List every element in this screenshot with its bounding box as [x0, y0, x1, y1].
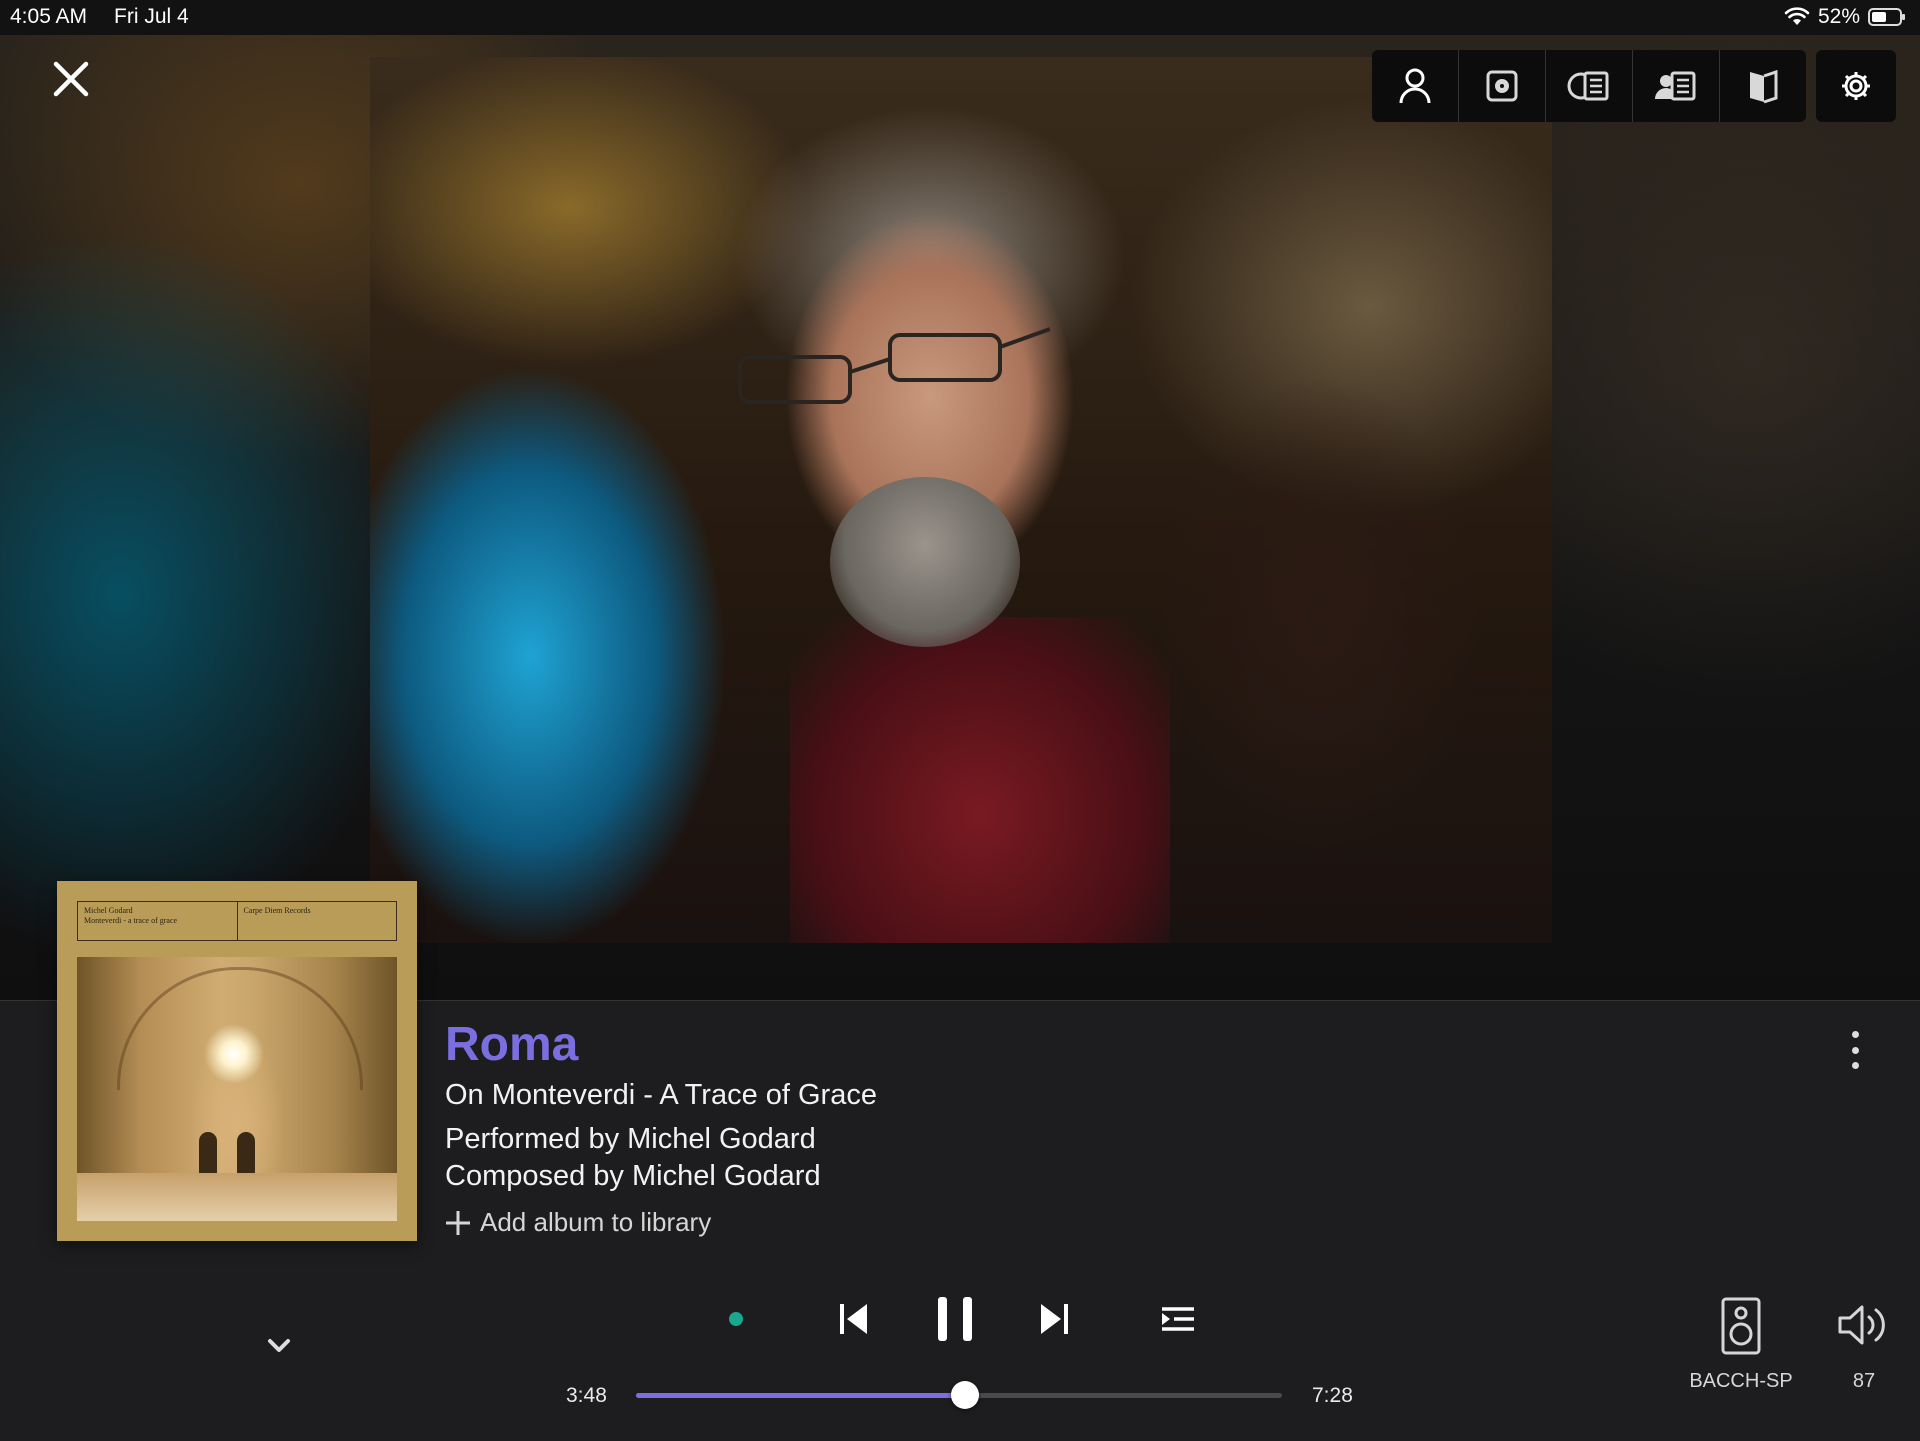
status-right: 52% — [1784, 4, 1905, 30]
album-cover-picture — [77, 957, 397, 1221]
battery-icon — [1868, 8, 1905, 26]
album-cover-header: Michel Godard Monteverdi - a trace of gr… — [77, 901, 397, 941]
album-notes-button[interactable] — [1545, 50, 1632, 122]
zone-output-button[interactable] — [1718, 1296, 1764, 1356]
chevron-down-icon[interactable] — [260, 1330, 298, 1360]
queue-icon — [1162, 1307, 1194, 1331]
skip-previous-icon — [840, 1304, 867, 1334]
gear-icon — [1842, 72, 1870, 100]
queue-button[interactable] — [1158, 1301, 1198, 1337]
album-name[interactable]: On Monteverdi - A Trace of Grace — [445, 1079, 877, 1112]
plus-icon — [446, 1210, 470, 1235]
previous-track-button[interactable] — [836, 1298, 872, 1340]
status-time: 4:05 AM — [10, 5, 88, 28]
album-cover-header-right: Carpe Diem Records — [243, 906, 311, 915]
elapsed-time: 3:48 — [566, 1384, 607, 1407]
artist-notes-icon — [1655, 71, 1696, 101]
booklet-button[interactable] — [1719, 50, 1806, 122]
performer-credit[interactable]: Performed by Michel Godard — [445, 1123, 816, 1156]
skip-next-icon — [1041, 1304, 1068, 1334]
volume-level: 87 — [1852, 1370, 1876, 1392]
zone-name[interactable]: BACCH-SP — [1680, 1370, 1802, 1393]
artist-icon — [1399, 68, 1431, 104]
add-album-label: Add album to library — [480, 1207, 712, 1237]
seek-bar-handle[interactable] — [950, 1381, 979, 1409]
booklet-icon — [1750, 69, 1778, 104]
volume-button[interactable] — [1836, 1302, 1892, 1348]
pause-button[interactable] — [934, 1293, 976, 1345]
album-cover[interactable]: Michel Godard Monteverdi - a trace of gr… — [57, 881, 417, 1241]
settings-button[interactable] — [1816, 50, 1896, 122]
album-cover-header-left: Michel Godard Monteverdi - a trace of gr… — [78, 902, 238, 940]
battery-percent: 52% — [1817, 5, 1860, 28]
next-track-button[interactable] — [1036, 1298, 1072, 1340]
artist-notes-button[interactable] — [1632, 50, 1719, 122]
pause-icon — [938, 1297, 972, 1341]
view-toolbar — [1372, 50, 1806, 122]
zone-status-indicator — [729, 1312, 743, 1326]
volume-icon — [1838, 1305, 1885, 1345]
wifi-icon — [1784, 7, 1810, 25]
album-view-button[interactable] — [1458, 50, 1545, 122]
seek-bar[interactable] — [636, 1381, 1282, 1409]
more-options-button[interactable] — [1840, 1025, 1870, 1075]
composer-credit[interactable]: Composed by Michel Godard — [445, 1160, 821, 1193]
album-notes-icon — [1567, 71, 1609, 101]
status-bar: 4:05 AM Fri Jul 4 52% — [0, 0, 1920, 35]
total-time: 7:28 — [1312, 1384, 1353, 1407]
artist-image-backdrop — [0, 35, 1920, 1000]
artist-view-button[interactable] — [1372, 50, 1458, 122]
seek-bar-fill — [636, 1393, 965, 1398]
status-date: Fri Jul 4 — [114, 5, 189, 28]
album-icon — [1486, 70, 1518, 102]
speaker-icon — [1721, 1297, 1761, 1355]
close-icon[interactable] — [50, 58, 92, 100]
add-album-to-library-button[interactable]: Add album to library — [444, 1207, 711, 1238]
artist-photo — [370, 57, 1552, 943]
track-title[interactable]: Roma — [445, 1017, 578, 1072]
more-icon — [1851, 1031, 1859, 1038]
